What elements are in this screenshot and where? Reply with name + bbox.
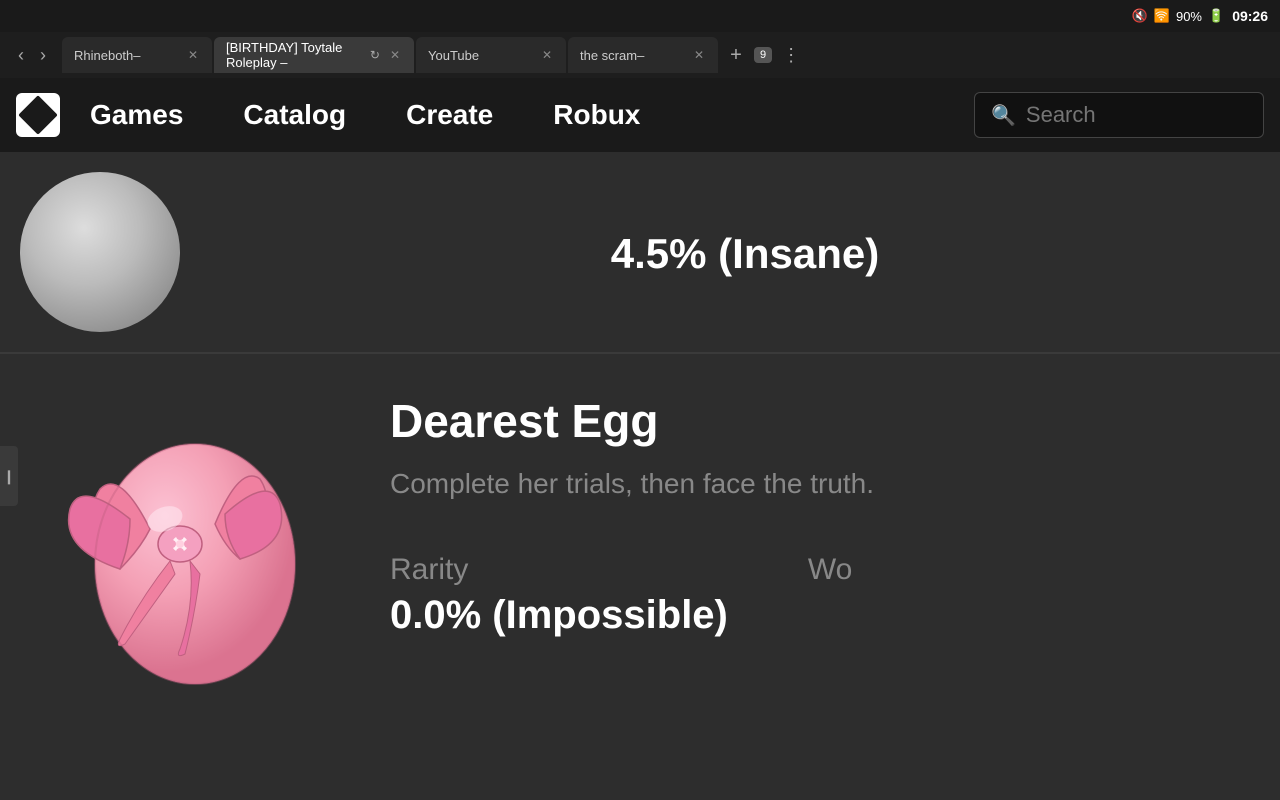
rarity-label: Rarity	[390, 553, 728, 587]
nav-create[interactable]: Create	[376, 99, 523, 131]
search-bar[interactable]: 🔍	[974, 92, 1264, 138]
tab-rhineboth-label: Rhineboth–	[74, 48, 141, 63]
search-icon: 🔍	[991, 103, 1016, 128]
tab-toytale-close[interactable]: ✕	[388, 46, 402, 64]
reload-icon[interactable]: ↻	[370, 48, 380, 62]
egg-name: Dearest Egg	[390, 394, 1280, 448]
battery-icon: 🔋	[1208, 8, 1224, 24]
nav-arrows: ‹ ›	[4, 41, 60, 70]
search-input[interactable]	[1026, 102, 1226, 128]
top-stats: 4.5% (Insane)	[210, 226, 1280, 278]
back-button[interactable]: ‹	[12, 41, 30, 70]
status-bar: 🔇 🛜 90% 🔋 09:26	[0, 0, 1280, 32]
status-time: 09:26	[1232, 8, 1268, 24]
content-area: 4.5% (Insane)	[0, 152, 1280, 800]
wifi-icon: 🛜	[1154, 8, 1170, 24]
tab-youtube[interactable]: YouTube ✕	[416, 37, 566, 73]
top-rarity-value: 4.5% (Insane)	[210, 230, 1280, 278]
tab-youtube-close[interactable]: ✕	[540, 46, 554, 64]
mute-icon: 🔇	[1132, 8, 1148, 24]
tab-count[interactable]: 9	[754, 47, 772, 63]
stats-row: Rarity 0.0% (Impossible) Wo	[390, 553, 1280, 638]
rarity-block: Rarity 0.0% (Impossible)	[390, 553, 728, 638]
egg-description: Complete her trials, then face the truth…	[390, 464, 1280, 503]
roblox-logo[interactable]	[16, 93, 60, 137]
tab-rhineboth-close[interactable]: ✕	[186, 46, 200, 64]
tab-rhineboth[interactable]: Rhineboth– ✕	[62, 37, 212, 73]
forward-button[interactable]: ›	[34, 41, 52, 70]
tab-youtube-label: YouTube	[428, 48, 479, 63]
tab-toytale[interactable]: [BIRTHDAY] Toytale Roleplay – ↻ ✕	[214, 37, 414, 73]
tab-bar: ‹ › Rhineboth– ✕ [BIRTHDAY] Toytale Role…	[0, 32, 1280, 78]
nav-links: Games Catalog Create Robux	[60, 99, 974, 131]
battery-percent: 90%	[1176, 9, 1202, 24]
tab-toytale-label: [BIRTHDAY] Toytale Roleplay –	[226, 40, 362, 70]
nav-catalog[interactable]: Catalog	[213, 99, 376, 131]
navbar: Games Catalog Create Robux 🔍	[0, 78, 1280, 152]
tab-scram-label: the scram–	[580, 48, 644, 63]
nav-robux[interactable]: Robux	[523, 99, 670, 131]
nav-games[interactable]: Games	[60, 99, 213, 131]
dearest-egg-section: Dearest Egg Complete her trials, then fa…	[0, 354, 1280, 724]
sidebar-toggle[interactable]: ❙	[0, 446, 18, 506]
tab-scram[interactable]: the scram– ✕	[568, 37, 718, 73]
sidebar-toggle-icon: ❙	[3, 468, 15, 485]
second-block: Wo	[808, 553, 852, 587]
previous-egg-image	[20, 172, 180, 332]
second-label: Wo	[808, 553, 852, 587]
dearest-egg-image	[30, 384, 350, 704]
tab-menu-button[interactable]: ⋮	[774, 45, 808, 66]
top-section: 4.5% (Insane)	[0, 152, 1280, 354]
status-icons: 🔇 🛜 90% 🔋	[1132, 8, 1225, 24]
tab-scram-close[interactable]: ✕	[692, 46, 706, 64]
roblox-diamond-icon	[18, 95, 58, 135]
rarity-value: 0.0% (Impossible)	[390, 593, 728, 638]
new-tab-button[interactable]: +	[720, 39, 752, 71]
egg-info: Dearest Egg Complete her trials, then fa…	[390, 384, 1280, 638]
